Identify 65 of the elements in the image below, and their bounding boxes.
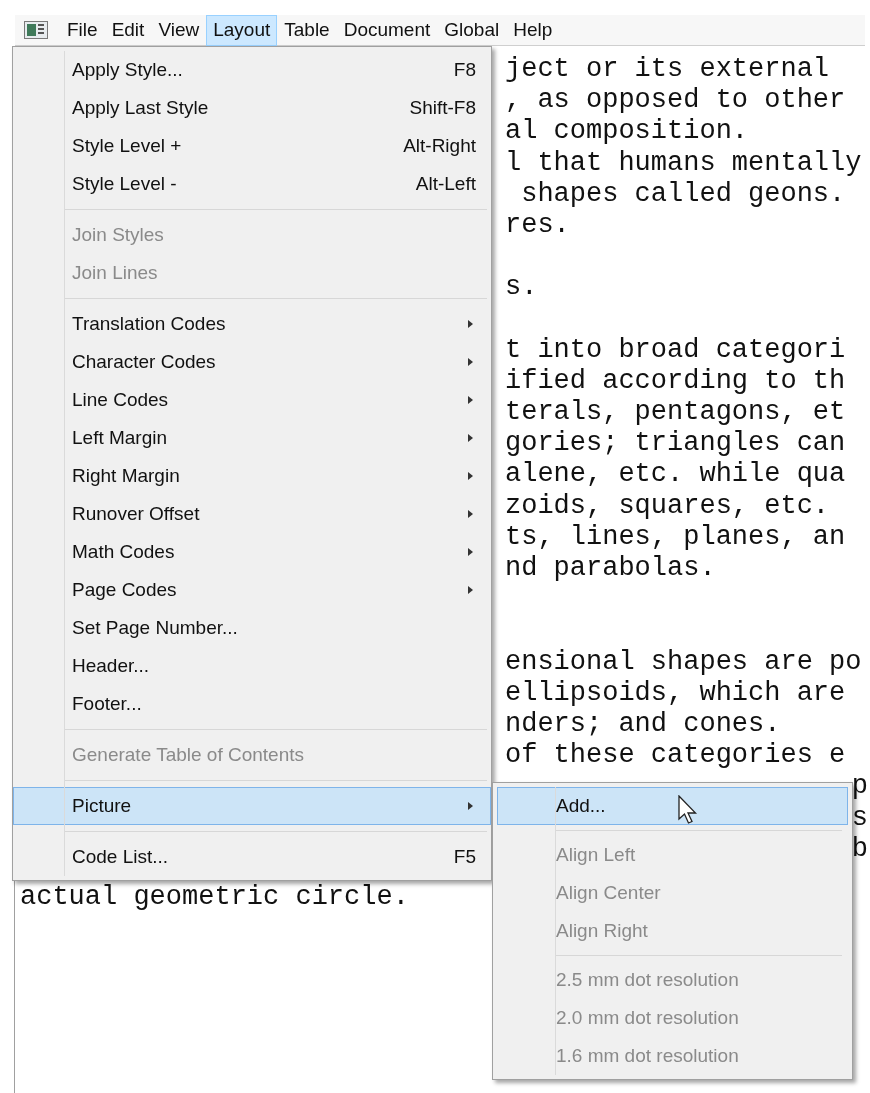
menu-item[interactable]: Apply Last Style Shift-F8 xyxy=(13,89,491,127)
document-text-line: actual geometric circle. xyxy=(20,884,409,909)
shortcut-label: Alt-Right xyxy=(403,133,476,158)
document-text-line: p xyxy=(851,771,868,803)
menu-bar-item[interactable]: Help xyxy=(506,14,560,46)
document-text-line: ellipsoids, which are xyxy=(505,677,846,708)
menu-item[interactable]: Left Margin xyxy=(13,419,491,457)
app-icon xyxy=(24,21,48,39)
submenu-arrow-icon xyxy=(467,471,474,481)
menu-bar-item[interactable]: Layout xyxy=(206,14,278,46)
submenu-arrow-icon xyxy=(467,395,474,405)
menu-item[interactable]: Character Codes xyxy=(13,343,491,381)
document-text-line: t into broad categori xyxy=(505,334,846,365)
menu-item[interactable]: Math Codes xyxy=(13,533,491,571)
shortcut-label: Shift-F8 xyxy=(409,95,476,120)
document-text-line: l that humans mentally xyxy=(505,147,862,178)
document-text-line: s. xyxy=(505,272,538,303)
menu-item[interactable]: Runover Offset xyxy=(13,495,491,533)
menu-item[interactable]: Page Codes xyxy=(13,571,491,609)
shortcut-label: F5 xyxy=(453,844,476,869)
menu-bar-item[interactable]: View xyxy=(151,14,207,46)
document-text-line: al composition. xyxy=(505,116,749,147)
submenu-arrow-icon xyxy=(467,509,474,519)
menu-item[interactable]: Set Page Number... xyxy=(13,609,491,647)
mouse-pointer-icon xyxy=(678,795,700,827)
menu-item[interactable]: Header... xyxy=(13,647,491,685)
menu-bar-item[interactable]: Document xyxy=(336,14,438,46)
submenu-arrow-icon xyxy=(467,433,474,443)
menu-bar-item[interactable]: File xyxy=(60,14,105,46)
menu-item[interactable]: Apply Style... F8 xyxy=(13,51,491,89)
submenu-arrow-icon xyxy=(467,801,474,811)
menu-item[interactable]: Translation Codes xyxy=(13,305,491,343)
shortcut-label: F8 xyxy=(453,57,476,82)
document-text-line: zoids, squares, etc. xyxy=(505,490,830,521)
document-text-line: ts, lines, planes, an xyxy=(505,521,846,552)
document-text-line: of these categories e xyxy=(505,740,846,771)
menu-item[interactable]: Add... xyxy=(497,787,848,825)
submenu-arrow-icon xyxy=(467,319,474,329)
document-text-line: s xyxy=(851,802,868,834)
document-text-line: ject or its external xyxy=(505,54,830,84)
menu-item[interactable]: Picture xyxy=(13,787,491,825)
menu-item[interactable]: Code List... F5 xyxy=(13,838,491,876)
submenu-arrow-icon xyxy=(467,357,474,367)
document-text-line: ensional shapes are po xyxy=(505,646,862,677)
menu-item[interactable]: Line Codes xyxy=(13,381,491,419)
menu-item[interactable]: Style Level - Alt-Left xyxy=(13,165,491,203)
shortcut-label: Alt-Left xyxy=(415,171,476,196)
document-text-line: res. xyxy=(505,209,570,240)
document-text-line: nd parabolas. xyxy=(505,553,716,583)
menu-item[interactable]: Style Level + Alt-Right xyxy=(13,127,491,165)
submenu-arrow-icon xyxy=(467,585,474,595)
menu-bar-item[interactable]: Global xyxy=(437,14,507,46)
menu-item[interactable]: Right Margin xyxy=(13,457,491,495)
menu-bar-item[interactable]: Edit xyxy=(104,14,152,46)
menu-item[interactable]: Footer... xyxy=(13,685,491,723)
document-text-line: b xyxy=(851,833,868,865)
document-text-line: ified according to th xyxy=(505,365,846,396)
document-text-line: gories; triangles can xyxy=(505,428,846,459)
document-text-line: shapes called geons. xyxy=(520,178,846,209)
document-text-line: terals, pentagons, et xyxy=(505,397,846,428)
submenu-arrow-icon xyxy=(467,547,474,557)
document-text-line: alene, etc. while qua xyxy=(505,459,846,490)
document-text-line: nders; and cones. xyxy=(505,708,781,739)
menu-bar-item[interactable]: Table xyxy=(277,14,337,46)
document-text-line: , as opposed to other xyxy=(505,85,846,116)
